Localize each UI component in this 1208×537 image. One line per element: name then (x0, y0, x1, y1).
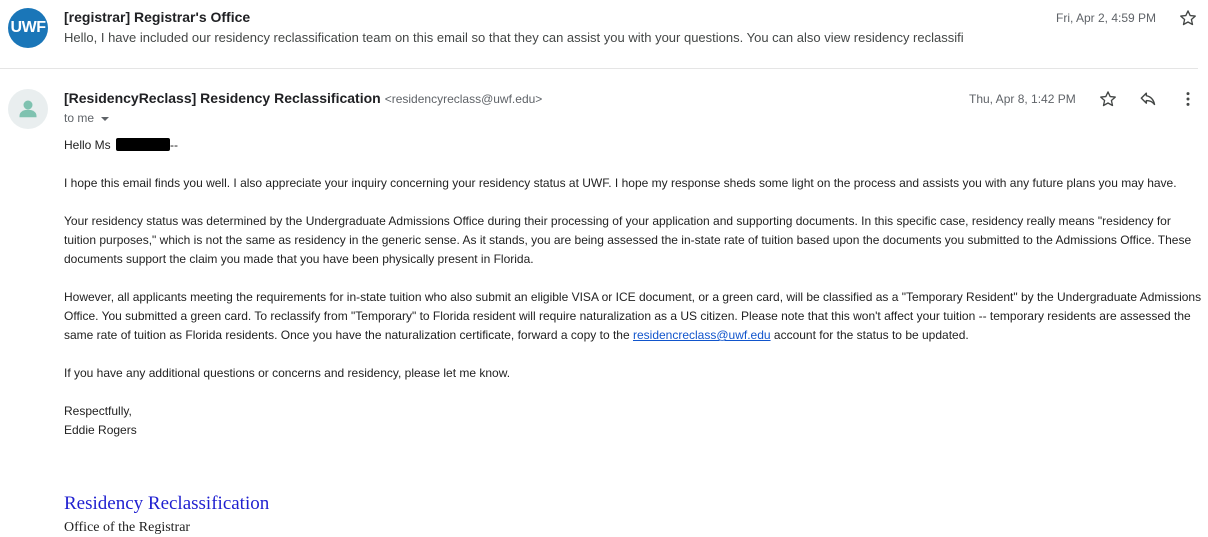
email-link[interactable]: residencreclass@uwf.edu (633, 328, 771, 342)
recipient-label: to me (64, 111, 95, 125)
chevron-down-icon[interactable] (101, 116, 110, 121)
message-divider (0, 68, 1198, 69)
signoff: Respectfully, (64, 404, 132, 418)
body-paragraph: Your residency status was determined by … (64, 214, 1192, 266)
sender-line[interactable]: [ResidencyReclass] Residency Reclassific… (64, 90, 542, 106)
paragraph-text: account for the status to be updated. (773, 328, 969, 342)
collapsed-message-snippet[interactable]: Hello, I have included our residency rec… (64, 30, 1004, 45)
sender-logo: UWF (8, 8, 48, 48)
sender-name[interactable]: [ResidencyReclass] Residency Reclassific… (64, 90, 381, 106)
sender-email: <residencyreclass@uwf.edu> (384, 92, 543, 106)
star-icon[interactable] (1098, 89, 1118, 109)
recipient-details-toggle[interactable]: to me (64, 111, 110, 125)
greeting-text: Hello Ms (64, 138, 111, 152)
redacted-name (116, 138, 171, 151)
collapsed-message-date: Fri, Apr 2, 4:59 PM (1056, 11, 1157, 25)
body-paragraph: However, all applicants meeting the requ… (64, 288, 1204, 345)
body-paragraph: If you have any additional questions or … (64, 366, 511, 380)
body-paragraph: I hope this email finds you well. I also… (64, 176, 1177, 190)
signer-name: Eddie Rogers (64, 423, 137, 437)
reply-icon[interactable] (1138, 89, 1158, 109)
star-icon[interactable] (1178, 8, 1198, 28)
more-vert-icon[interactable] (1178, 89, 1198, 109)
collapsed-sender-name[interactable]: [registrar] Registrar's Office (64, 9, 250, 25)
signature-office: Office of the Registrar (64, 520, 191, 535)
message-body: Hello Ms -- I hope this email finds you … (64, 136, 1204, 440)
greeting-suffix: -- (170, 138, 179, 152)
greeting: Hello Ms -- (64, 136, 1204, 155)
signature-title: Residency Reclassification (64, 493, 270, 514)
person-icon (19, 100, 37, 118)
logo-text: UWF (10, 19, 46, 36)
sender-avatar[interactable] (8, 89, 48, 129)
message-date: Thu, Apr 8, 1:42 PM (969, 92, 1076, 106)
